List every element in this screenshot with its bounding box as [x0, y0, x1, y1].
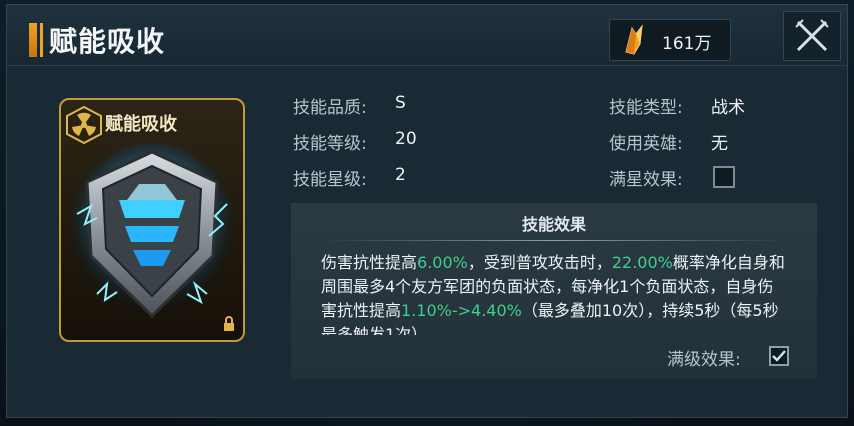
close-icon — [795, 19, 829, 52]
full-star-checkbox[interactable] — [713, 166, 735, 188]
skill-level-label: 技能等级: — [293, 134, 367, 154]
skill-star-value: 2 — [395, 165, 406, 185]
currency-value: 161万 — [662, 34, 712, 54]
close-button[interactable] — [783, 11, 841, 61]
card-name: 赋能吸收 — [105, 114, 177, 135]
skill-effect-box: 技能效果 伤害抗性提高6.00%，受到普攻攻击时，22.00%概率净化自身和周围… — [291, 203, 817, 379]
effect-value-highlight: 22.00% — [611, 253, 673, 272]
max-level-label: 满级效果: — [667, 350, 741, 370]
shield-emblem-art — [70, 144, 234, 319]
checkmark-icon — [772, 350, 786, 362]
skill-type-value: 战术 — [711, 98, 745, 118]
nuclear-badge-icon — [66, 106, 102, 144]
title-accent-line — [40, 23, 43, 57]
page-title: 赋能吸收 — [49, 25, 166, 58]
skill-detail-panel: 赋能吸收 161万 赋能吸收 技能品质: S 技能等级: 20 技能星级: 2 … — [6, 4, 848, 418]
effect-text-part: 伤害抗性提高 — [321, 253, 418, 272]
effect-divider — [321, 240, 787, 241]
currency-display: 161万 — [609, 19, 731, 61]
skill-type-label: 技能类型: — [609, 98, 683, 118]
lock-icon — [224, 316, 234, 331]
full-star-label: 满星效果: — [609, 170, 683, 190]
title-accent — [29, 23, 37, 57]
skill-quality-value: S — [395, 93, 406, 113]
effect-value-highlight: 1.10%->4.40% — [401, 301, 522, 320]
hero-value: 无 — [711, 134, 728, 154]
effect-title: 技能效果 — [521, 215, 586, 234]
skill-card: 赋能吸收 — [59, 98, 245, 342]
skill-quality-label: 技能品质: — [293, 98, 367, 118]
max-level-checkbox[interactable] — [769, 346, 789, 366]
skill-star-label: 技能星级: — [293, 170, 367, 190]
skill-level-value: 20 — [395, 129, 417, 149]
effect-value-highlight: 6.00% — [417, 253, 468, 272]
header-bar: 赋能吸收 161万 — [7, 5, 847, 66]
effect-description[interactable]: 伤害抗性提高6.00%，受到普攻攻击时，22.00%概率净化自身和周围最多4个友… — [321, 251, 787, 335]
hero-label: 使用英雄: — [609, 134, 683, 154]
effect-text-part: ，受到普攻攻击时， — [467, 253, 612, 272]
gold-crystal-icon — [625, 24, 643, 55]
